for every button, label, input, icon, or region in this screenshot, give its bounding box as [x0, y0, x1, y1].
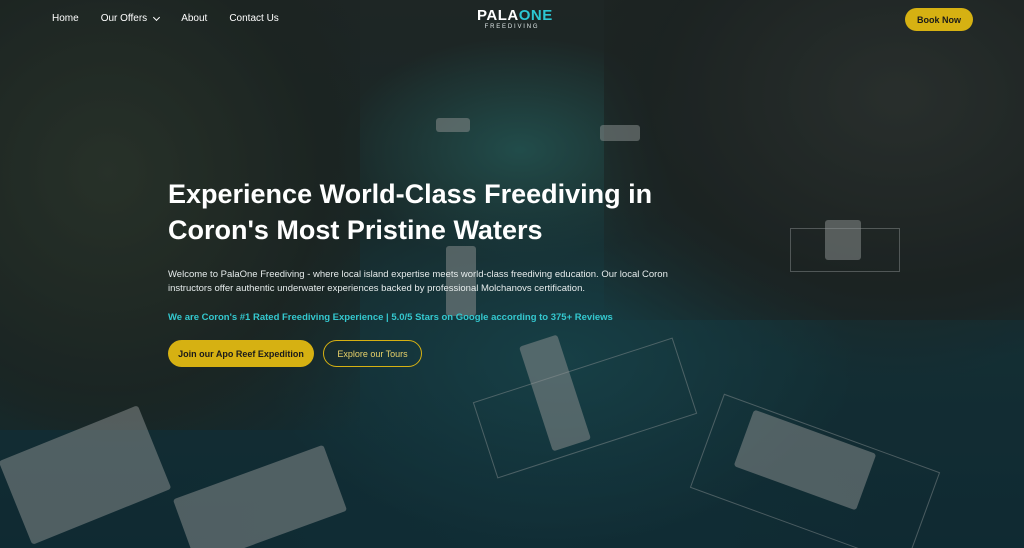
nav-link-home[interactable]: Home: [52, 13, 79, 24]
site-logo[interactable]: PALAONE FREEDIVING: [477, 7, 552, 31]
nav-link-about-label: About: [181, 13, 208, 24]
top-navigation: Home Our Offers About Contact Us PALAONE…: [0, 0, 1024, 40]
hero-description: Welcome to PalaOne Freediving - where lo…: [168, 269, 668, 294]
hero-section: Experience World-Class Freediving in Cor…: [168, 176, 728, 367]
hero-title: Experience World-Class Freediving in Cor…: [168, 179, 653, 245]
explore-tours-button[interactable]: Explore our Tours: [323, 340, 422, 367]
nav-link-contact[interactable]: Contact Us: [229, 13, 278, 24]
hero-cta-row: Join our Apo Reef Expedition Explore our…: [168, 340, 728, 367]
logo-wordmark: PALAONE: [477, 7, 552, 24]
chevron-down-icon: [153, 13, 161, 21]
hero-rating: We are Coron's #1 Rated Freediving Exper…: [168, 312, 613, 323]
book-now-button[interactable]: Book Now: [905, 8, 973, 31]
logo-word-one: ONE: [518, 7, 553, 24]
logo-tagline: FREEDIVING: [484, 24, 540, 30]
nav-link-our-offers-label: Our Offers: [100, 13, 148, 24]
nav-links: Home Our Offers About Contact Us: [52, 13, 301, 24]
nav-link-about[interactable]: About: [181, 13, 207, 24]
nav-link-contact-label: Contact Us: [229, 13, 279, 24]
nav-link-home-label: Home: [52, 13, 79, 24]
apo-reef-expedition-button[interactable]: Join our Apo Reef Expedition: [168, 340, 314, 367]
nav-link-our-offers[interactable]: Our Offers: [100, 13, 161, 24]
logo-word-pala: PALA: [477, 7, 519, 24]
